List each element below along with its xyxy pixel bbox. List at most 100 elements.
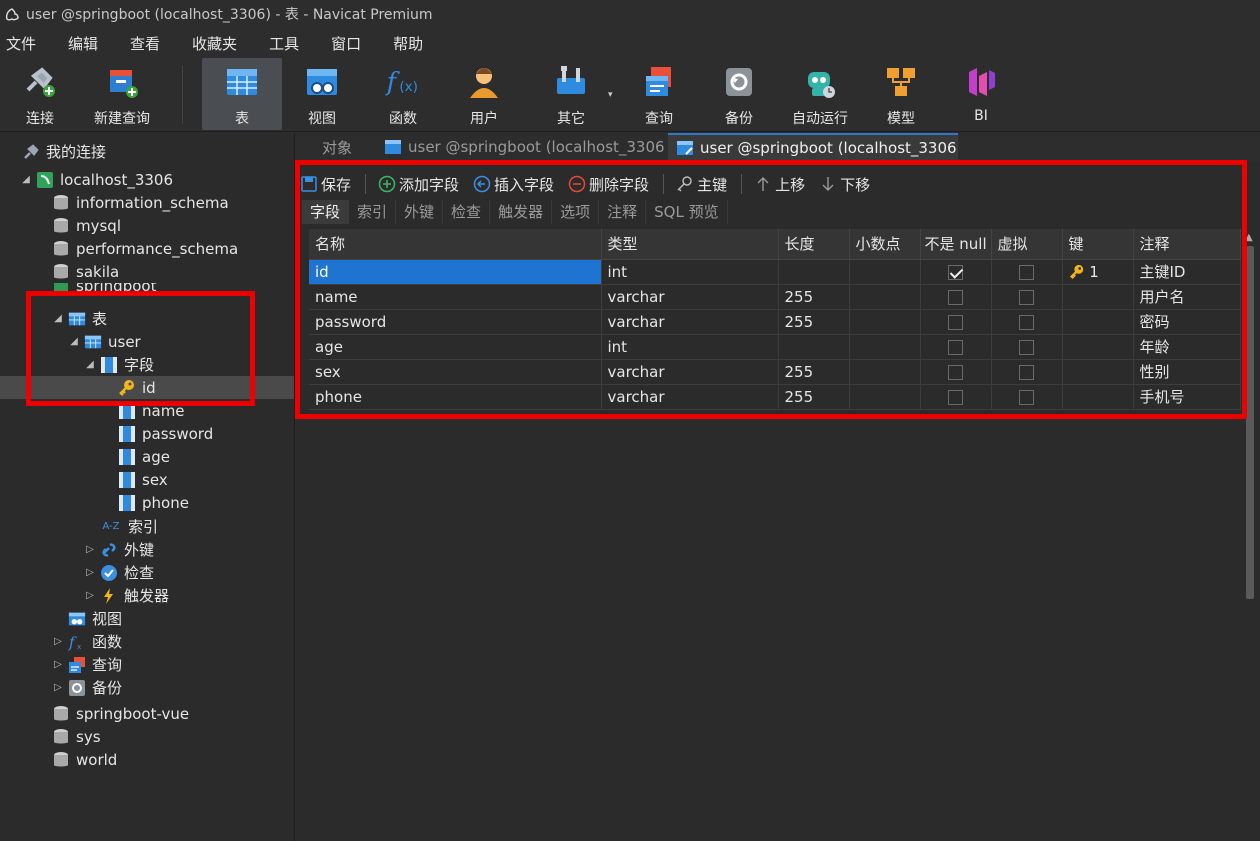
tree-node-tables[interactable]: ◢ 表 [0, 307, 294, 330]
subtab-triggers[interactable]: 触发器 [490, 200, 553, 224]
table-row[interactable]: age int 年龄 [309, 334, 1241, 360]
expand-arrow-icon[interactable]: ▷ [84, 544, 96, 555]
key-cell[interactable] [1062, 359, 1134, 385]
subtab-sql-preview[interactable]: SQL 预览 [646, 200, 728, 224]
field-type-cell[interactable]: varchar [601, 309, 779, 335]
not-null-checkbox[interactable] [948, 314, 963, 330]
tree-node-database[interactable]: mysql [0, 214, 294, 237]
insert-field-button[interactable]: 插入字段 [473, 174, 554, 195]
not-null-cell[interactable] [920, 359, 992, 385]
field-comment-cell[interactable]: 密码 [1133, 309, 1241, 335]
tree-node-field[interactable]: phone [0, 491, 294, 514]
toolbar-connect-button[interactable]: 连接 [14, 58, 66, 130]
not-null-checkbox[interactable] [948, 339, 963, 355]
tree-node-views[interactable]: 视图 [0, 607, 294, 630]
collapse-arrow-icon[interactable]: ◢ [20, 174, 32, 185]
toolbar-query-button[interactable]: 查询 [636, 58, 682, 130]
expand-arrow-icon[interactable]: ▷ [84, 567, 96, 578]
expand-arrow-icon[interactable]: ▷ [52, 636, 64, 647]
field-type-cell[interactable]: varchar [601, 384, 779, 410]
field-comment-cell[interactable]: 用户名 [1133, 284, 1241, 310]
toolbar-bi-button[interactable]: BI [958, 58, 1004, 130]
column-header-not-null[interactable]: 不是 null [920, 229, 992, 260]
collapse-arrow-icon[interactable]: ◢ [84, 359, 96, 370]
key-cell[interactable] [1062, 384, 1134, 410]
toolbar-automation-button[interactable]: 自动运行 [788, 58, 852, 130]
tree-node-database[interactable]: performance_schema [0, 237, 294, 260]
key-cell[interactable] [1062, 334, 1134, 360]
field-length-cell[interactable]: 255 [778, 359, 850, 385]
menu-edit[interactable]: 编辑 [60, 33, 106, 54]
field-length-cell[interactable] [778, 259, 850, 285]
toolbar-backup-button[interactable]: 备份 [716, 58, 762, 130]
field-name-cell[interactable]: age [309, 334, 602, 360]
virtual-cell[interactable] [991, 334, 1063, 360]
virtual-checkbox[interactable] [1019, 289, 1034, 305]
expand-arrow-icon[interactable]: ▷ [52, 659, 64, 670]
column-header-type[interactable]: 类型 [601, 229, 779, 260]
subtab-foreign-keys[interactable]: 外键 [396, 200, 444, 224]
column-header-decimals[interactable]: 小数点 [849, 229, 921, 260]
tree-node-backups[interactable]: ▷ 备份 [0, 676, 294, 699]
tree-node-queries[interactable]: ▷ 查询 [0, 653, 294, 676]
not-null-cell[interactable] [920, 309, 992, 335]
tree-node-field[interactable]: password [0, 422, 294, 445]
column-header-virtual[interactable]: 虚拟 [991, 229, 1063, 260]
virtual-cell[interactable] [991, 359, 1063, 385]
tree-node-database[interactable]: sakila [0, 260, 294, 283]
tree-node-field[interactable]: sex [0, 468, 294, 491]
other-dropdown-caret-icon[interactable]: ▾ [608, 90, 613, 100]
field-comment-cell[interactable]: 手机号 [1133, 384, 1241, 410]
menu-favorites[interactable]: 收藏夹 [184, 33, 245, 54]
menu-tools[interactable]: 工具 [261, 33, 307, 54]
field-type-cell[interactable]: int [601, 259, 779, 285]
tree-node-indexes[interactable]: A-Z 索引 [0, 515, 294, 538]
tree-node-localhost[interactable]: ◢ localhost_3306 [0, 168, 294, 191]
virtual-cell[interactable] [991, 259, 1063, 285]
not-null-checkbox[interactable] [948, 289, 963, 305]
not-null-cell[interactable] [920, 384, 992, 410]
tree-node-database[interactable]: sys [0, 725, 294, 748]
tree-node-table-user[interactable]: ◢ user [0, 330, 294, 353]
collapse-arrow-icon[interactable]: ◢ [68, 336, 80, 347]
toolbar-user-button[interactable]: 用户 [460, 58, 508, 130]
not-null-checkbox[interactable] [948, 364, 963, 380]
field-type-cell[interactable]: varchar [601, 284, 779, 310]
table-row[interactable]: sex varchar 255 性别 [309, 359, 1241, 385]
field-decimals-cell[interactable] [849, 359, 921, 385]
move-down-button[interactable]: 下移 [819, 174, 870, 195]
menu-window[interactable]: 窗口 [323, 33, 369, 54]
not-null-checkbox[interactable] [948, 264, 963, 280]
field-length-cell[interactable]: 255 [778, 309, 850, 335]
virtual-checkbox[interactable] [1019, 264, 1034, 280]
vertical-scrollbar[interactable]: ▲ [1243, 232, 1257, 841]
column-header-length[interactable]: 长度 [778, 229, 850, 260]
subtab-comment[interactable]: 注释 [599, 200, 647, 224]
field-decimals-cell[interactable] [849, 309, 921, 335]
not-null-cell[interactable] [920, 284, 992, 310]
collapse-arrow-icon[interactable]: ◢ [52, 313, 64, 324]
my-connections-header[interactable]: 我的连接 [0, 140, 294, 163]
column-header-name[interactable]: 名称 [309, 229, 602, 260]
tree-node-database-springboot[interactable]: springboot [0, 283, 294, 295]
expand-arrow-icon[interactable]: ▷ [52, 682, 64, 693]
field-name-cell[interactable]: id [309, 259, 602, 285]
field-length-cell[interactable]: 255 [778, 284, 850, 310]
subtab-fields[interactable]: 字段 [302, 200, 350, 224]
not-null-cell[interactable] [920, 259, 992, 285]
menu-help[interactable]: 帮助 [385, 33, 431, 54]
virtual-cell[interactable] [991, 384, 1063, 410]
scrollbar-thumb[interactable] [1246, 246, 1254, 599]
field-type-cell[interactable]: int [601, 334, 779, 360]
field-decimals-cell[interactable] [849, 334, 921, 360]
tree-node-fields[interactable]: ◢ 字段 [0, 353, 294, 376]
menu-view[interactable]: 查看 [122, 33, 168, 54]
table-row[interactable]: id int 1 主键ID [309, 259, 1241, 285]
subtab-indexes[interactable]: 索引 [349, 200, 397, 224]
tree-node-database[interactable]: springboot-vue [0, 702, 294, 725]
tab-objects[interactable]: 对象 [314, 133, 382, 161]
tree-node-functions[interactable]: ▷ fx 函数 [0, 630, 294, 653]
virtual-cell[interactable] [991, 284, 1063, 310]
column-header-comment[interactable]: 注释 [1133, 229, 1241, 260]
key-cell[interactable] [1062, 309, 1134, 335]
